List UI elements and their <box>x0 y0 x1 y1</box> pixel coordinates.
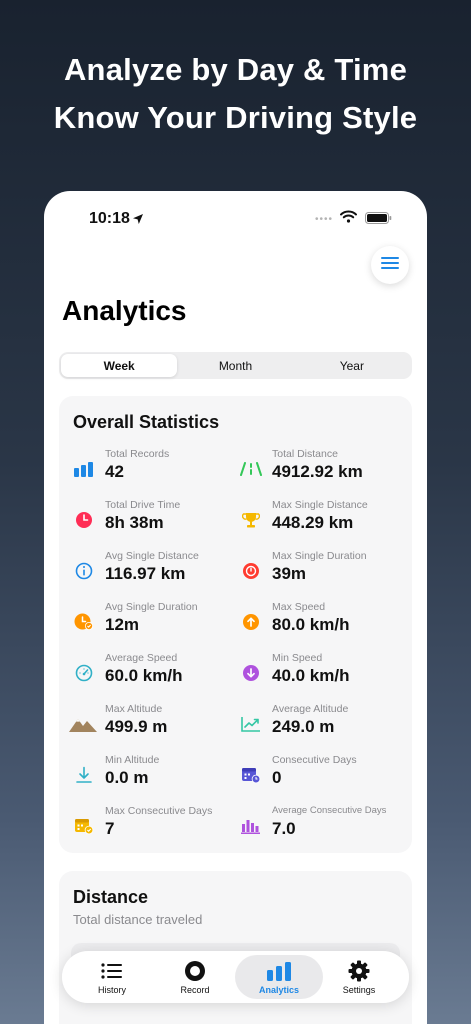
segment-year[interactable]: Year <box>294 354 410 377</box>
stat-min-speed: Min Speed 40.0 km/h <box>240 652 410 696</box>
clock-icon <box>73 509 95 531</box>
tab-label: Settings <box>342 985 376 995</box>
stat-label: Max Speed <box>272 601 326 613</box>
stat-value: 60.0 km/h <box>105 666 183 685</box>
stat-consecutive-days: Consecutive Days 0 <box>240 754 410 798</box>
arrow-down-circle-icon <box>240 662 262 684</box>
arrow-up-circle-icon <box>240 611 262 633</box>
stat-value: 448.29 km <box>272 513 354 532</box>
signal-dots-icon: •••• <box>315 214 334 225</box>
trophy-icon <box>240 509 262 531</box>
info-circle-icon <box>73 560 95 582</box>
hamburger-icon <box>381 256 399 274</box>
stat-value: 4912.92 km <box>272 462 363 481</box>
stat-value: 39m <box>272 564 307 583</box>
stat-label: Total Distance <box>272 448 338 460</box>
stat-value: 249.0 m <box>272 717 335 736</box>
bar-chart-icon <box>73 458 95 480</box>
stat-max-single-distance: Max Single Distance 448.29 km <box>240 499 410 543</box>
stat-value: 0 <box>272 768 282 787</box>
stat-value: 42 <box>105 462 124 481</box>
card-title: Overall Statistics <box>73 412 220 432</box>
promo-headline: Analyze by Day & Time Know Your Driving … <box>0 46 471 142</box>
stat-label: Average Altitude <box>272 703 349 715</box>
stat-label: Avg Single Distance <box>105 550 199 562</box>
headline-line-1: Analyze by Day & Time <box>63 52 408 87</box>
stat-average-speed: Average Speed 60.0 km/h <box>73 652 243 696</box>
stat-label: Max Consecutive Days <box>105 805 213 817</box>
gear-icon <box>317 960 401 982</box>
histogram-icon <box>240 815 262 837</box>
segment-month[interactable]: Month <box>177 354 293 377</box>
stat-value: 116.97 km <box>105 564 186 583</box>
tab-bar: History Record Analytics Settings <box>62 951 409 1003</box>
list-icon <box>70 960 154 982</box>
stat-label: Max Single Duration <box>272 550 367 562</box>
stat-total-records: Total Records 42 <box>73 448 243 492</box>
stat-max-altitude: Max Altitude 499.9 m <box>69 703 239 747</box>
headline-line-2: Know Your Driving Style <box>53 100 418 135</box>
stat-label: Avg Single Duration <box>105 601 198 613</box>
clock-check-icon <box>73 611 95 633</box>
tab-settings[interactable]: Settings <box>317 955 401 999</box>
stat-average-consecutive-days: Average Consecutive Days 7.0 <box>240 805 410 849</box>
stat-label: Max Single Distance <box>272 499 368 511</box>
stat-max-consecutive-days: Max Consecutive Days 7 <box>73 805 243 849</box>
card-title: Distance <box>73 887 149 907</box>
tab-label: Record <box>180 985 210 995</box>
stat-max-speed: Max Speed 80.0 km/h <box>240 601 410 645</box>
speedometer-icon <box>73 662 95 684</box>
menu-button[interactable] <box>371 246 409 284</box>
stat-min-altitude: Min Altitude 0.0 m <box>73 754 243 798</box>
phone-screen: 10:18 •••• Analytics Week Month Year Ove… <box>44 191 427 1024</box>
stat-max-single-duration: Max Single Duration 39m <box>240 550 410 594</box>
stat-total-distance: Total Distance 4912.92 km <box>240 448 410 492</box>
segment-week[interactable]: Week <box>61 354 178 377</box>
stat-label: Min Speed <box>272 652 323 664</box>
tab-label: History <box>97 985 126 995</box>
stat-value: 0.0 m <box>105 768 149 787</box>
stat-value: 7 <box>105 819 115 838</box>
overall-statistics-card: Overall Statistics Total Records 42 Tota… <box>59 396 412 853</box>
stat-label: Average Speed <box>105 652 178 664</box>
tab-label: Analytics <box>258 985 300 995</box>
stat-total-drive-time: Total Drive Time 8h 38m <box>73 499 243 543</box>
tab-analytics[interactable]: Analytics <box>235 955 323 999</box>
stat-value: 12m <box>105 615 140 634</box>
record-icon <box>153 960 237 982</box>
stat-value: 40.0 km/h <box>272 666 350 685</box>
bar-chart-icon <box>235 960 323 982</box>
tab-record[interactable]: Record <box>153 955 237 999</box>
location-arrow-icon <box>132 212 144 230</box>
period-segmented-control: Week Month Year <box>59 352 412 379</box>
stat-average-altitude: Average Altitude 249.0 m <box>240 703 410 747</box>
page-title: Analytics <box>62 295 187 326</box>
stat-avg-single-duration: Avg Single Duration 12m <box>73 601 243 645</box>
battery-icon <box>365 211 392 229</box>
status-bar: 10:18 •••• <box>44 191 427 243</box>
mountain-icon <box>69 713 97 735</box>
card-subtitle: Total distance traveled <box>73 912 203 927</box>
stat-label: Total Records <box>105 448 170 460</box>
road-icon <box>240 458 262 480</box>
calendar-clock-icon <box>240 764 262 786</box>
stat-label: Min Altitude <box>105 754 160 766</box>
tab-history[interactable]: History <box>70 955 154 999</box>
stat-label: Average Consecutive Days <box>272 805 387 816</box>
stopwatch-icon <box>240 560 262 582</box>
stat-value: 499.9 m <box>105 717 168 736</box>
wifi-icon <box>340 210 357 228</box>
arrow-down-to-line-icon <box>73 764 95 786</box>
calendar-check-icon <box>73 815 95 837</box>
status-time: 10:18 <box>89 210 130 227</box>
trend-up-icon <box>240 713 262 735</box>
stat-value: 8h 38m <box>105 513 164 532</box>
stat-label: Max Altitude <box>105 703 163 715</box>
stat-value: 7.0 <box>272 819 296 838</box>
stat-value: 80.0 km/h <box>272 615 350 634</box>
stat-label: Total Drive Time <box>105 499 181 511</box>
stat-label: Consecutive Days <box>272 754 357 766</box>
stat-avg-single-distance: Avg Single Distance 116.97 km <box>73 550 243 594</box>
